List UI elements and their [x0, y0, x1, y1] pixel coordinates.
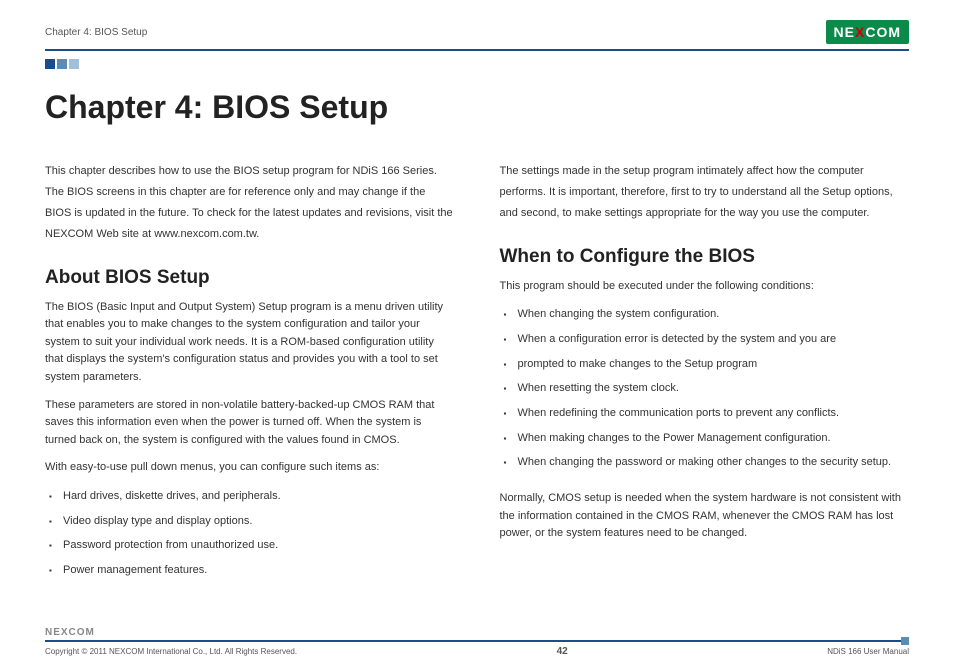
- section-title-about: About BIOS Setup: [45, 267, 455, 289]
- about-p3: With easy-to-use pull down menus, you ca…: [45, 459, 455, 477]
- chapter-title: Chapter 4: BIOS Setup: [45, 89, 909, 126]
- list-item: When a configuration error is detected b…: [518, 330, 910, 349]
- list-item: When changing the password or making oth…: [518, 453, 910, 472]
- when-p2: Normally, CMOS setup is needed when the …: [500, 490, 910, 543]
- intro-paragraph-right: The settings made in the setup program i…: [500, 161, 910, 224]
- list-item: Password protection from unauthorized us…: [63, 536, 455, 555]
- when-bullets: When changing the system configuration. …: [500, 305, 910, 472]
- list-item: Hard drives, diskette drives, and periph…: [63, 487, 455, 506]
- when-p1: This program should be executed under th…: [500, 278, 910, 296]
- list-item: Video display type and display options.: [63, 512, 455, 531]
- nexcom-logo: NEXCOM: [826, 20, 909, 44]
- manual-name: NDiS 166 User Manual: [827, 647, 909, 656]
- section-title-when: When to Configure the BIOS: [500, 246, 910, 268]
- list-item: Power management features.: [63, 561, 455, 580]
- about-bullets: Hard drives, diskette drives, and periph…: [45, 487, 455, 580]
- decorative-squares: [45, 59, 909, 69]
- about-p1: The BIOS (Basic Input and Output System)…: [45, 299, 455, 387]
- page-footer: NEXCOM Copyright © 2011 NEXCOM Internati…: [45, 627, 909, 657]
- content-columns: This chapter describes how to use the BI…: [45, 161, 909, 586]
- header-chapter-label: Chapter 4: BIOS Setup: [45, 27, 147, 38]
- copyright-text: Copyright © 2011 NEXCOM International Co…: [45, 647, 297, 656]
- list-item: When redefining the communication ports …: [518, 404, 910, 423]
- list-item: When changing the system configuration.: [518, 305, 910, 324]
- footer-divider: [45, 640, 909, 642]
- header-divider: [45, 49, 909, 51]
- list-item: prompted to make changes to the Setup pr…: [518, 355, 910, 374]
- page-header: Chapter 4: BIOS Setup NEXCOM: [45, 20, 909, 44]
- footer-logo: NEXCOM: [45, 627, 909, 638]
- about-p2: These parameters are stored in non-volat…: [45, 397, 455, 450]
- page-number: 42: [557, 646, 568, 657]
- right-column: The settings made in the setup program i…: [500, 161, 910, 586]
- list-item: When resetting the system clock.: [518, 379, 910, 398]
- left-column: This chapter describes how to use the BI…: [45, 161, 455, 586]
- list-item: When making changes to the Power Managem…: [518, 429, 910, 448]
- intro-paragraph: This chapter describes how to use the BI…: [45, 161, 455, 245]
